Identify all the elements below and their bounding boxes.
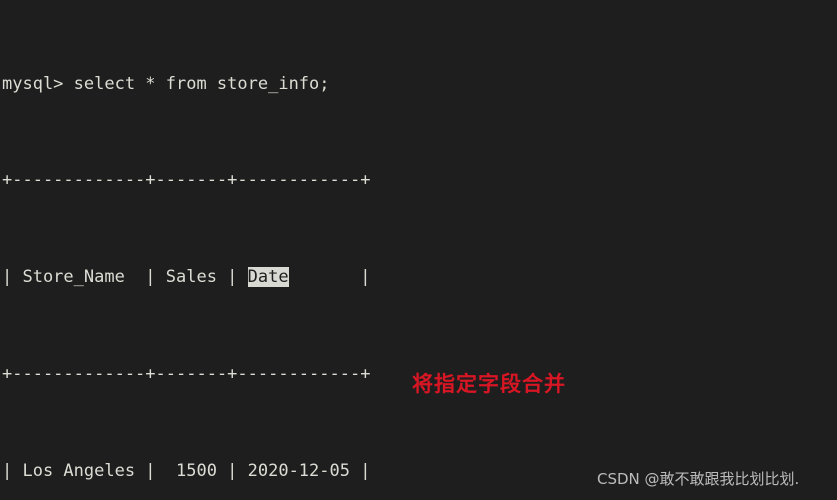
- table1-header-row: | Store_Name | Sales | Date |: [2, 265, 555, 289]
- terminal-output: mysql> select * from store_info; +------…: [2, 0, 555, 500]
- table1-separator-top: +-------------+-------+------------+: [2, 170, 371, 191]
- table1-header-prefix: | Store_Name | Sales |: [2, 267, 248, 288]
- selected-column-date[interactable]: Date: [247, 267, 289, 288]
- annotation-label: 将指定字段合并: [412, 372, 566, 396]
- command-line-select-all: mysql> select * from store_info;: [2, 73, 330, 94]
- table1-header-suffix: |: [288, 267, 371, 288]
- table-row: | Los Angeles | 1500 | 2020-12-05 |: [2, 460, 371, 481]
- terminal-window[interactable]: mysql> select * from store_info; +------…: [0, 0, 837, 500]
- csdn-watermark: CSDN @敢不敢跟我比划比划.: [597, 470, 800, 488]
